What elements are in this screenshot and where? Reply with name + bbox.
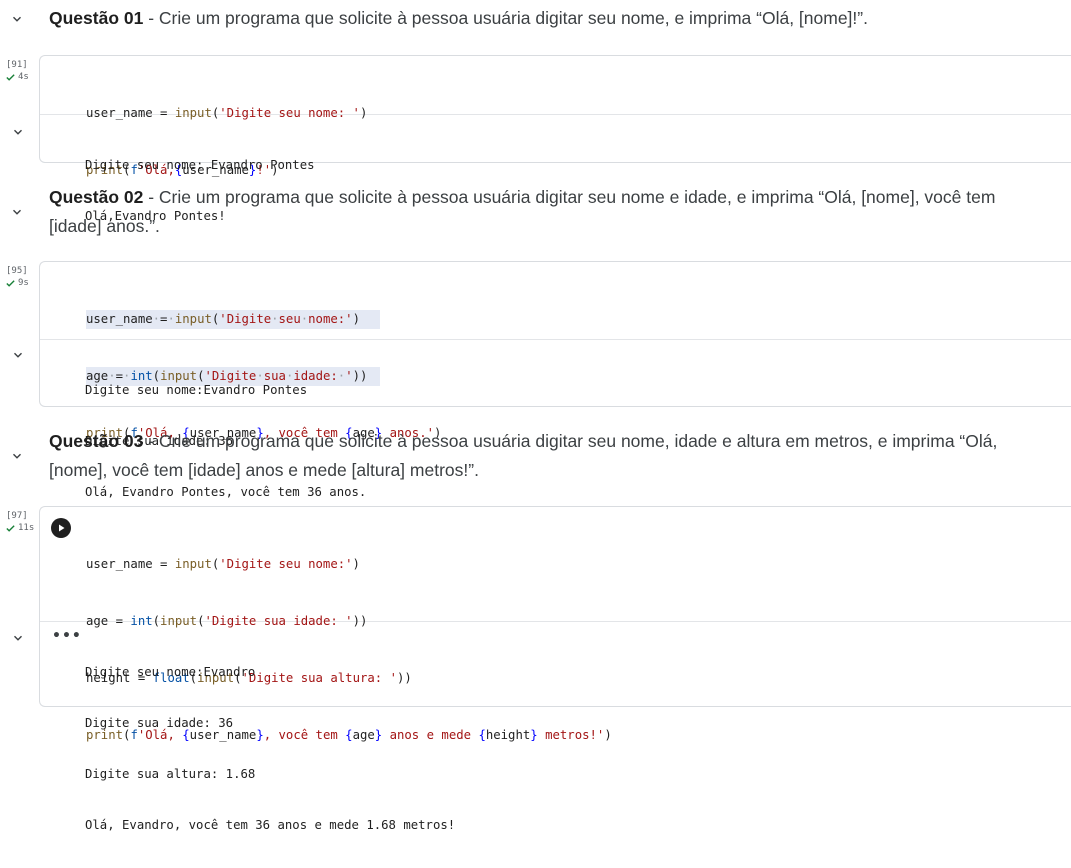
output-line: Digite seu nome:Evandro Pontes <box>85 383 308 397</box>
execution-time: 4s <box>18 72 29 82</box>
question-title: Questão 01 <box>49 8 144 28</box>
output-line: Digite seu nome: Evandro Pontes <box>85 158 315 172</box>
chevron-down-icon[interactable] <box>8 447 26 465</box>
question-text: Questão 01 - Crie um programa que solici… <box>49 8 868 28</box>
output-line: Digite seu nome:Evandro <box>85 665 256 679</box>
chevron-down-icon[interactable] <box>9 629 27 647</box>
execution-count: [97] <box>6 511 28 521</box>
question-title: Questão 02 <box>49 187 144 207</box>
check-icon <box>6 73 15 81</box>
text-cell-q3: Questão 03 - Crie um programa que solici… <box>0 427 1071 487</box>
check-icon <box>6 524 15 532</box>
question-title: Questão 03 <box>49 431 144 451</box>
execution-info: [95] 9s <box>2 266 36 289</box>
check-icon <box>6 279 15 287</box>
text-cell-q2: Questão 02 - Crie um programa que solici… <box>0 183 1071 243</box>
output-line: Olá, Evandro, você tem 36 anos e mede 1.… <box>85 818 456 832</box>
code-editor[interactable]: user_name = input('Digite seu nome:') ag… <box>40 507 1071 742</box>
execution-time: 11s <box>18 523 35 533</box>
text-cell-q1: Questão 01 - Crie um programa que solici… <box>0 4 1071 34</box>
code-cell-q3[interactable]: user_name = input('Digite seu nome:') ag… <box>14 506 1071 832</box>
more-horizontal-icon[interactable]: ••• <box>52 628 82 644</box>
execution-count: [91] <box>6 60 28 70</box>
code-cell-q1[interactable]: user_name = input('Digite seu nome: ') p… <box>14 55 1071 223</box>
code-line: user_name·=·input('Digite·seu·nome:') <box>86 310 380 329</box>
play-icon <box>59 524 65 532</box>
run-cell-button[interactable] <box>51 518 71 538</box>
question-text: Questão 02 - Crie um programa que solici… <box>49 187 996 236</box>
output-area: ••• Digite seu nome:Evandro Digite sua i… <box>14 622 1071 832</box>
code-cell-q2[interactable]: user_name·=·input('Digite·seu·nome:') ag… <box>14 261 1071 499</box>
chevron-down-icon[interactable] <box>9 346 27 364</box>
question-text: Questão 03 - Crie um programa que solici… <box>49 431 998 480</box>
chevron-down-icon[interactable] <box>8 203 26 221</box>
code-line: user_name = input('Digite seu nome:') <box>86 557 360 571</box>
chevron-down-icon[interactable] <box>9 123 27 141</box>
output-line: Digite sua altura: 1.68 <box>85 767 256 781</box>
code-editor[interactable]: user_name·=·input('Digite·seu·nome:') ag… <box>40 262 1071 440</box>
execution-info: [97] 11s <box>2 511 36 534</box>
output-line: Digite sua idade: 36 <box>85 716 234 730</box>
execution-time: 9s <box>18 278 29 288</box>
execution-info: [91] 4s <box>2 60 36 83</box>
output-area: Digite seu nome: Evandro Pontes Olá,Evan… <box>14 115 1071 223</box>
chevron-down-icon[interactable] <box>8 10 26 28</box>
execution-count: [95] <box>6 266 28 276</box>
code-editor[interactable]: user_name = input('Digite seu nome: ') p… <box>40 56 1071 177</box>
cell-output: Digite seu nome:Evandro Digite sua idade… <box>85 630 455 868</box>
output-area: Digite seu nome:Evandro Pontes Digite su… <box>14 340 1071 499</box>
